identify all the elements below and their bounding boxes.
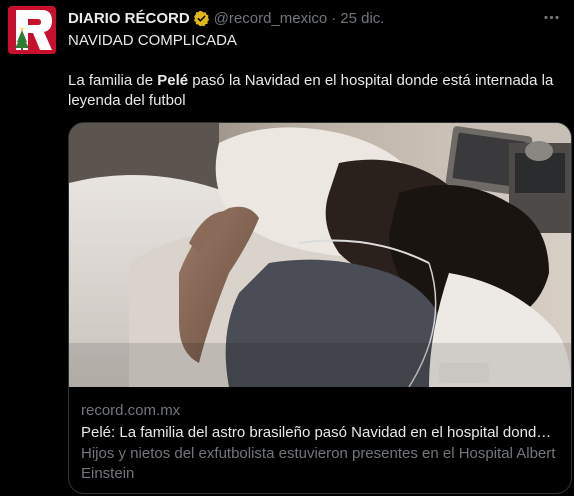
verified-badge-icon <box>193 10 210 27</box>
tweet-text-bold-name: Pelé <box>157 72 189 89</box>
tweet-date[interactable]: 25 dic. <box>340 10 384 27</box>
card-description: Hijos y nietos del exfutbolista estuvier… <box>81 445 556 482</box>
tweet-text-pre: La familia de <box>68 72 158 89</box>
link-card[interactable]: record.com.mx Pelé: La familia del astro… <box>68 122 572 494</box>
tweet-header: DIARIO RÉCORD @record_mexico · 25 dic. <box>68 8 566 28</box>
author-name[interactable]: DIARIO RÉCORD <box>68 10 190 27</box>
tweet-text-line1: NAVIDAD COMPLICADA <box>68 32 237 49</box>
card-meta: record.com.mx Pelé: La familia del astro… <box>81 401 559 484</box>
card-title[interactable]: Pelé: La familia del astro brasileño pas… <box>81 423 559 443</box>
author-handle[interactable]: @record_mexico <box>214 10 328 27</box>
tweet-text-line2: La familia de Pelé pasó la Navidad en el… <box>68 71 562 111</box>
separator-dot: · <box>331 9 337 27</box>
more-options-icon[interactable] <box>540 6 562 28</box>
card-image[interactable] <box>69 123 571 387</box>
card-domain[interactable]: record.com.mx <box>81 401 559 421</box>
hospital-photo-image <box>69 123 571 387</box>
tweet-text: NAVIDAD COMPLICADA La familia de Pelé pa… <box>68 31 562 111</box>
tweet[interactable]: DIARIO RÉCORD @record_mexico · 25 dic. N… <box>0 0 574 496</box>
record-logo-icon <box>8 6 56 54</box>
avatar[interactable] <box>8 6 56 54</box>
